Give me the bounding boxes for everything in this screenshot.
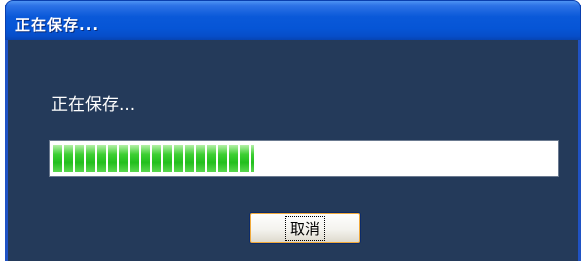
cancel-button[interactable]: 取消 xyxy=(249,212,361,244)
status-text: 正在保存... xyxy=(51,95,136,115)
progress-bar xyxy=(49,140,559,177)
cancel-button-label: 取消 xyxy=(284,215,326,241)
dialog-title: 正在保存... xyxy=(15,16,100,34)
title-bar[interactable]: 正在保存... xyxy=(5,0,581,40)
progress-fill xyxy=(53,145,254,172)
save-progress-dialog: 正在保存... 正在保存... 取消 xyxy=(5,0,581,261)
